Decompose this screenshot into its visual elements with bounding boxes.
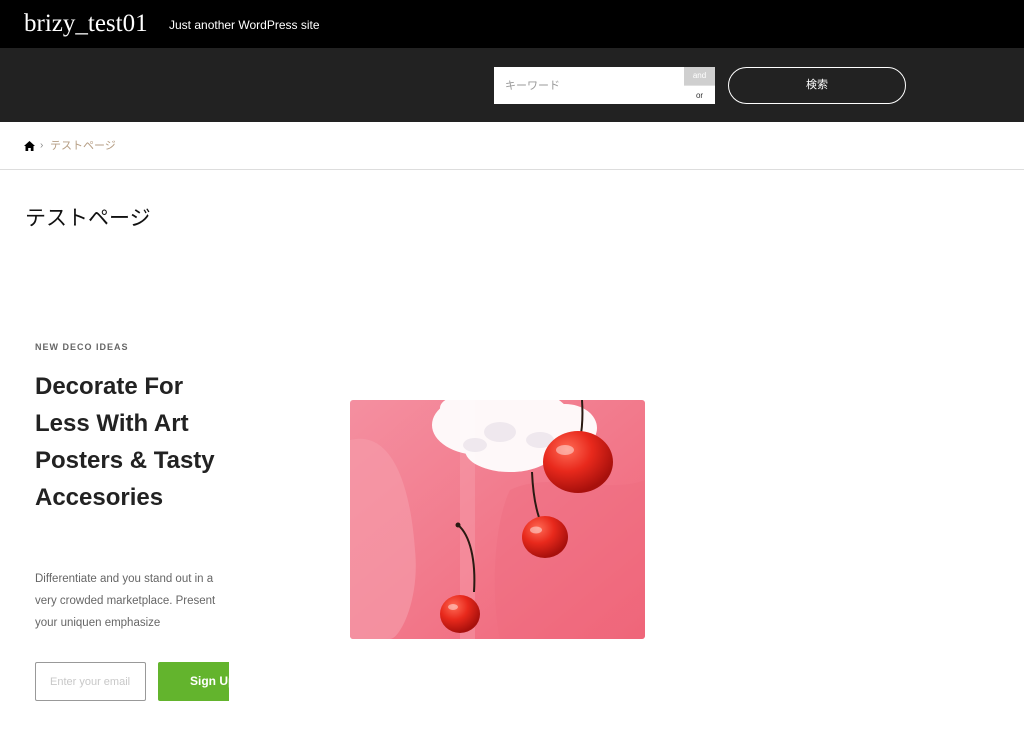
email-input[interactable]	[35, 662, 146, 701]
search-button[interactable]: 検索	[728, 67, 906, 104]
breadcrumb-current-page: テストページ	[50, 140, 116, 152]
signup-button-container: Sign Up	[158, 662, 229, 701]
site-header: brizy_test01 Just another WordPress site	[0, 0, 1024, 48]
site-title[interactable]: brizy_test01	[24, 8, 148, 40]
hero-eyebrow: NEW DECO IDEAS	[35, 342, 129, 352]
search-mode-or-button[interactable]: or	[684, 85, 715, 104]
signup-button[interactable]: Sign Up	[158, 662, 229, 701]
page-title: テストページ	[25, 206, 151, 230]
hero-body-text: Differentiate and you stand out in a ver…	[35, 573, 216, 629]
hero-headline: Decorate For Less With Art Posters & Tas…	[35, 373, 215, 511]
home-icon[interactable]	[24, 141, 35, 151]
breadcrumb-separator: ›	[40, 140, 44, 151]
keyword-search-input[interactable]	[494, 67, 684, 104]
cherries-hero-image	[350, 400, 645, 639]
search-mode-and-button[interactable]: and	[684, 67, 715, 85]
site-tagline: Just another WordPress site	[169, 18, 320, 32]
breadcrumb	[0, 122, 1024, 170]
